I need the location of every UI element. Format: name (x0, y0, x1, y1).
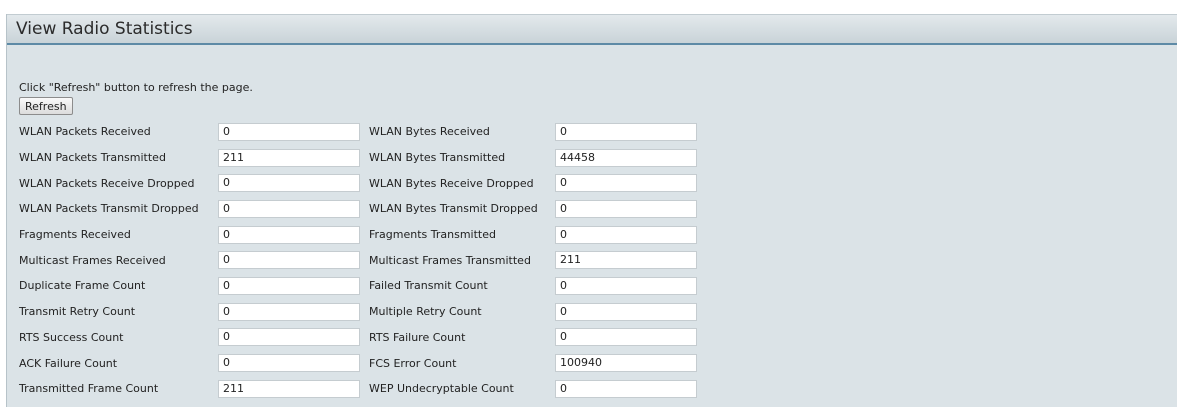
stat-value-field: 0 (218, 225, 360, 244)
statistics-table: WLAN Packets Received 0 WLAN Bytes Receive… (19, 119, 697, 402)
table-row: WLAN Packets Transmitted 211 WLAN Bytes Tr… (19, 145, 697, 171)
stat-value-field: 0 (555, 302, 697, 321)
table-row: WLAN Packets Receive Dropped 0 WLAN Bytes … (19, 170, 697, 196)
stat-label: WEP Undecryptable Count (369, 382, 514, 396)
stat-value-field: 0 (555, 174, 697, 193)
stat-label: WLAN Packets Received (19, 125, 151, 139)
stat-label: Fragments Received (19, 228, 131, 242)
stat-value-field: 0 (218, 251, 360, 270)
stat-value-field: 0 (555, 122, 697, 141)
stat-value-field: 0 (218, 276, 360, 295)
stat-label: WLAN Packets Transmitted (19, 151, 166, 165)
stat-value-field: 0 (555, 328, 697, 347)
content-area: Click "Refresh" button to refresh the pa… (7, 81, 1177, 402)
stat-label: Failed Transmit Count (369, 279, 488, 293)
stat-value-field: 0 (218, 199, 360, 218)
stat-label: Duplicate Frame Count (19, 279, 146, 293)
stat-label: WLAN Bytes Received (369, 125, 490, 139)
refresh-button[interactable]: Refresh (19, 97, 73, 115)
stat-value-field: 0 (218, 302, 360, 321)
stat-value-field: 0 (555, 225, 697, 244)
stat-value-field: 211 (555, 251, 697, 270)
stat-label: FCS Error Count (369, 356, 457, 370)
stat-value-field: 211 (218, 148, 360, 167)
stat-label: Multicast Frames Transmitted (369, 253, 531, 267)
stat-label: WLAN Packets Transmit Dropped (19, 202, 199, 216)
stat-label: RTS Success Count (19, 330, 124, 344)
page-title: View Radio Statistics (16, 19, 193, 39)
table-row: Fragments Received 0 Fragments Transmitted… (19, 222, 697, 248)
table-row: Transmitted Frame Count 211 WEP Undecrypta… (19, 376, 697, 402)
stat-value-field: 0 (555, 199, 697, 218)
radio-statistics-panel: View Radio Statistics Click "Refresh" bu… (6, 14, 1177, 407)
stat-label: Multicast Frames Received (19, 253, 166, 267)
table-row: WLAN Packets Received 0 WLAN Bytes Receive… (19, 119, 697, 145)
table-row: WLAN Packets Transmit Dropped 0 WLAN Bytes… (19, 196, 697, 222)
stat-label: WLAN Packets Receive Dropped (19, 176, 195, 190)
stat-label: Transmitted Frame Count (19, 382, 159, 396)
stat-label: ACK Failure Count (19, 356, 118, 370)
stat-value-field: 0 (555, 379, 697, 398)
table-row: Multicast Frames Received 0 Multicast Fram… (19, 247, 697, 273)
table-row: ACK Failure Count 0 FCS Error Count 100940 (19, 350, 697, 376)
stat-value-field: 0 (218, 174, 360, 193)
table-row: Transmit Retry Count 0 Multiple Retry Coun… (19, 299, 697, 325)
stat-value-field: 0 (218, 122, 360, 141)
stat-label: RTS Failure Count (369, 330, 466, 344)
stat-label: Fragments Transmitted (369, 228, 496, 242)
stat-value-field: 0 (218, 328, 360, 347)
table-row: RTS Success Count 0 RTS Failure Count 0 (19, 325, 697, 351)
stat-label: WLAN Bytes Transmit Dropped (369, 202, 538, 216)
stat-label: WLAN Bytes Transmitted (369, 151, 506, 165)
stat-label: WLAN Bytes Receive Dropped (369, 176, 534, 190)
stat-label: Transmit Retry Count (19, 305, 136, 319)
stat-value-field: 44458 (555, 148, 697, 167)
stat-value-field: 211 (218, 379, 360, 398)
stat-value-field: 0 (555, 276, 697, 295)
stat-label: Multiple Retry Count (369, 305, 482, 319)
refresh-hint: Click "Refresh" button to refresh the pa… (19, 81, 253, 94)
stat-value-field: 100940 (555, 354, 697, 373)
title-bar: View Radio Statistics (7, 14, 1177, 45)
stat-value-field: 0 (218, 354, 360, 373)
table-row: Duplicate Frame Count 0 Failed Transmit Co… (19, 273, 697, 299)
